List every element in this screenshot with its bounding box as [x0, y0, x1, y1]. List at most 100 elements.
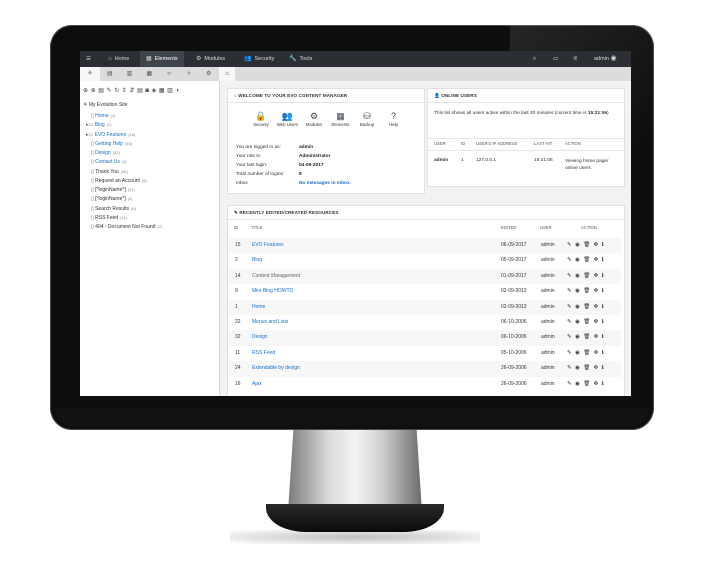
- tree-item[interactable]: ▯ Design (32): [91, 150, 120, 156]
- nav-modules[interactable]: ⚙ Modules: [190, 51, 231, 67]
- cell-title[interactable]: Blog: [252, 253, 262, 268]
- tree-item[interactable]: ▯ Getting Help (53): [91, 141, 132, 147]
- info-icon[interactable]: ℹ: [602, 242, 608, 248]
- tree-item[interactable]: ▯ Thank You (46): [91, 169, 128, 175]
- cell-title[interactable]: RSS Feed: [252, 346, 275, 361]
- tab-cogs-icon[interactable]: ⚙: [199, 67, 219, 81]
- tree-item[interactable]: ▯ [*loginName*] (37): [91, 187, 135, 193]
- view-icon[interactable]: ◉: [575, 273, 583, 279]
- nav-home[interactable]: ⌂ Home: [102, 51, 135, 67]
- tree-item[interactable]: ▯ Contact Us (6): [91, 159, 127, 165]
- edit-icon[interactable]: ✎: [567, 288, 575, 294]
- view-icon[interactable]: ◉: [575, 242, 583, 248]
- cell-title[interactable]: Ajax: [252, 377, 262, 392]
- edit-icon[interactable]: ✎: [567, 350, 575, 356]
- delete-icon[interactable]: 🗑: [583, 319, 593, 325]
- info-icon[interactable]: ℹ: [602, 365, 608, 371]
- move-icon[interactable]: ✥: [594, 334, 602, 340]
- cell-title[interactable]: Mini-Blog HOWTO: [252, 284, 293, 299]
- cell-title[interactable]: Home: [252, 300, 265, 315]
- view-icon[interactable]: ◉: [575, 334, 583, 340]
- tree-item[interactable]: ▯ Home (1): [91, 113, 115, 119]
- move-icon[interactable]: ✥: [594, 242, 602, 248]
- tree-tool-icon[interactable]: ↻: [114, 88, 122, 94]
- move-icon[interactable]: ✥: [594, 365, 602, 371]
- tab-sitemap-icon[interactable]: ⚘: [80, 67, 100, 81]
- delete-icon[interactable]: 🗑: [583, 350, 593, 356]
- edit-icon[interactable]: ✎: [567, 304, 575, 310]
- info-icon[interactable]: ℹ: [602, 304, 608, 310]
- view-icon[interactable]: ◉: [575, 381, 583, 387]
- tree-tool-icon[interactable]: ▤: [98, 88, 106, 94]
- tree-item[interactable]: ▸▭ Blog (2): [86, 122, 112, 128]
- info-icon[interactable]: ℹ: [602, 288, 608, 294]
- delete-icon[interactable]: 🗑: [583, 242, 593, 248]
- sliders-icon[interactable]: ⚟: [573, 51, 578, 67]
- tab-code-icon[interactable]: ‹›: [159, 67, 179, 81]
- shortcut-web-users[interactable]: 👥 Web Users: [276, 111, 300, 127]
- info-icon[interactable]: ℹ: [602, 334, 608, 340]
- tree-item[interactable]: ▸▭ EVO Features (18): [86, 132, 135, 138]
- cell-title[interactable]: Extendable by design: [252, 361, 300, 376]
- hamburger-icon[interactable]: ☰: [86, 51, 91, 67]
- home-tab-icon[interactable]: ⌂: [219, 67, 235, 81]
- delete-icon[interactable]: 🗑: [583, 365, 593, 371]
- move-icon[interactable]: ✥: [594, 381, 602, 387]
- tab-grid-icon[interactable]: ▦: [139, 67, 159, 81]
- view-icon[interactable]: ◉: [575, 319, 583, 325]
- view-icon[interactable]: ◉: [575, 350, 583, 356]
- shortcut-backup[interactable]: ⛁ Backup: [355, 111, 379, 127]
- tree-tool-icon[interactable]: ▦: [159, 88, 167, 94]
- tree-tool-icon[interactable]: ◑: [175, 88, 181, 94]
- delete-icon[interactable]: 🗑: [583, 288, 593, 294]
- info-icon[interactable]: ℹ: [602, 381, 608, 387]
- cell-title[interactable]: Design: [252, 330, 268, 345]
- move-icon[interactable]: ✥: [594, 304, 602, 310]
- tree-tool-icon[interactable]: ⊕: [83, 88, 91, 94]
- move-icon[interactable]: ✥: [594, 273, 602, 279]
- shortcut-help[interactable]: ? Help: [382, 111, 406, 127]
- tree-item[interactable]: ▯ [*loginName*] (4): [91, 196, 133, 202]
- edit-icon[interactable]: ✎: [567, 273, 575, 279]
- move-icon[interactable]: ✥: [594, 350, 602, 356]
- tree-tool-icon[interactable]: ⇵: [129, 88, 137, 94]
- view-icon[interactable]: ◉: [575, 288, 583, 294]
- info-icon[interactable]: ℹ: [602, 319, 608, 325]
- nav-security[interactable]: 👥 Security: [238, 51, 280, 67]
- delete-icon[interactable]: 🗑: [583, 381, 593, 387]
- info-icon[interactable]: ℹ: [602, 257, 608, 263]
- delete-icon[interactable]: 🗑: [583, 257, 593, 263]
- tree-item[interactable]: ▯ Search Results (9): [91, 206, 136, 212]
- view-icon[interactable]: ◉: [575, 304, 583, 310]
- edit-icon[interactable]: ✎: [567, 242, 575, 248]
- shortcut-elements[interactable]: ▦ Elements: [329, 111, 353, 127]
- view-icon[interactable]: ◉: [575, 257, 583, 263]
- edit-icon[interactable]: ✎: [567, 334, 575, 340]
- delete-icon[interactable]: 🗑: [583, 334, 593, 340]
- shortcut-security[interactable]: 🔒 Security: [249, 111, 273, 127]
- tree-item[interactable]: ▯ Request an Account (5): [91, 178, 147, 184]
- delete-icon[interactable]: 🗑: [583, 273, 593, 279]
- tree-item[interactable]: ▯ RSS Feed (11): [91, 215, 127, 221]
- view-icon[interactable]: ◉: [575, 365, 583, 371]
- cell-title[interactable]: Menus and Lists: [252, 315, 288, 330]
- info-icon[interactable]: ℹ: [602, 350, 608, 356]
- info-icon[interactable]: ℹ: [602, 273, 608, 279]
- edit-icon[interactable]: ✎: [567, 257, 575, 263]
- user-menu[interactable]: admin ◉: [594, 51, 617, 67]
- cell-title[interactable]: EVO Features: [252, 238, 284, 253]
- tree-toolbar[interactable]: ⊕⊕▤✎↻⇕⇵▤◙◈▦▥◑: [83, 87, 215, 95]
- edit-icon[interactable]: ✎: [567, 319, 575, 325]
- move-icon[interactable]: ✥: [594, 319, 602, 325]
- inbox-link[interactable]: No messages in Inbox.: [299, 181, 351, 186]
- tree-root[interactable]: ⚘ My Evolution Site: [83, 102, 128, 108]
- nav-tools[interactable]: 🔧 Tools: [283, 51, 318, 67]
- tree-item[interactable]: ▯ 404 - Document Not Found (7): [91, 224, 162, 230]
- search-icon[interactable]: ⌕: [533, 51, 536, 67]
- move-icon[interactable]: ✥: [594, 257, 602, 263]
- edit-icon[interactable]: ✎: [567, 381, 575, 387]
- tab-table-icon[interactable]: ▥: [120, 67, 140, 81]
- nav-elements[interactable]: ▦ Elements: [140, 51, 184, 67]
- tab-plug-icon[interactable]: ✧: [179, 67, 199, 81]
- tab-list-icon[interactable]: ▤: [100, 67, 120, 81]
